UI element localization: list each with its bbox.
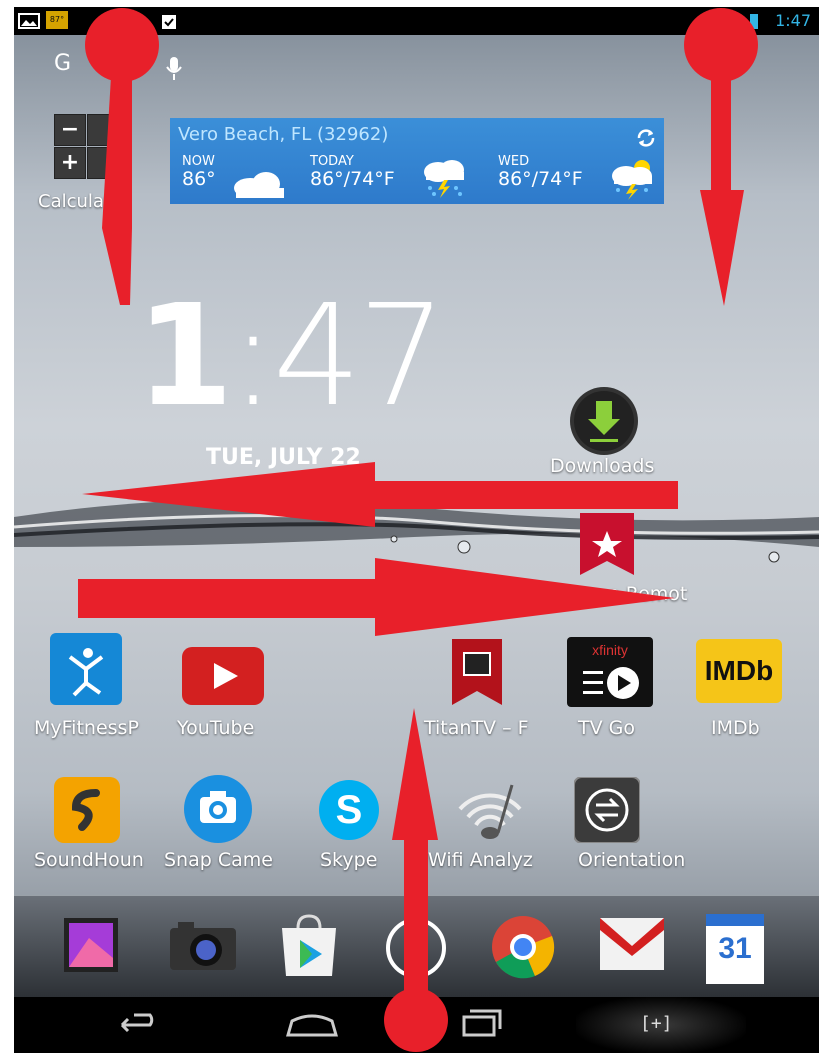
cloud-icon [234,172,284,198]
google-search-label[interactable]: G [54,51,71,76]
youtube-label: YouTube [177,717,255,739]
calc-plus-key: + [54,147,86,179]
ribbon-star-icon [580,513,634,575]
weather-wed-temp: 86°/74°F [498,168,583,190]
gallery-icon[interactable] [64,918,118,972]
chrome-icon[interactable] [490,914,556,980]
gmail-icon[interactable] [600,918,664,970]
orientation-app[interactable] [573,776,641,844]
status-time: 1:47 [775,11,811,30]
calc-key-blank [87,147,119,179]
dock: 31 [14,895,819,998]
play-store-icon[interactable] [276,914,342,976]
remote-app[interactable] [580,513,634,579]
titantv-icon [452,639,502,705]
download-icon [570,387,638,455]
water-splash-wallpaper [14,499,819,563]
orientation-icon [573,776,641,844]
picture-icon [18,13,40,29]
wifianalyzer-label: Wifi Analyz [428,849,533,871]
weather-now-temp: 86° [182,168,216,190]
tvgo-app[interactable]: xfinity [567,637,653,707]
snapcamera-app[interactable] [182,773,254,845]
calculator-app[interactable]: − + [54,114,144,180]
titantv-label: TitanTV – F [424,717,529,739]
home-icon[interactable] [284,1005,340,1045]
battery-icon [750,14,758,29]
temperature-icon: 87° [46,11,68,29]
svg-text:S: S [336,788,363,832]
soundhound-app[interactable] [54,777,120,843]
calc-minus-key: − [54,114,86,146]
snapcamera-label: Snap Came [164,849,273,871]
youtube-icon [182,647,264,705]
mic-icon[interactable] [164,55,184,83]
imdb-icon: IMDb [696,639,782,703]
titantv-app[interactable] [452,639,502,709]
imdb-app[interactable]: IMDb [696,639,782,703]
weather-today-label: TODAY [310,154,354,169]
tvgo-label: TV Go [578,717,635,739]
remote-label: e Remot [608,583,688,605]
soundhound-icon [54,777,120,843]
skype-icon: S [319,780,379,840]
weather-widget[interactable]: Vero Beach, FL (32962) NOW 86° TODAY 86°… [170,118,664,204]
navigation-bar: [+] [14,997,819,1053]
clipboard-icon [162,15,176,29]
xfinity-icon: xfinity [567,637,653,707]
wifi-icon [458,784,522,839]
home-screen: 87° 1:47 G − + Calculator Vero Beach, FL… [14,7,819,1053]
calendar-icon[interactable]: 31 [706,914,764,984]
weather-now-label: NOW [182,154,215,169]
myfitnesspal-icon [50,633,122,705]
app-drawer-icon[interactable] [384,916,448,980]
back-icon[interactable] [114,1005,162,1045]
storm-icon [424,160,464,198]
xfinity-badge: xfinity [592,642,628,658]
refresh-icon[interactable] [634,126,658,150]
skype-label: Skype [320,849,378,871]
camera-icon[interactable] [170,920,236,970]
camera-icon [184,775,252,843]
recents-icon[interactable] [458,1005,506,1045]
myfitnesspal-label: MyFitnessP [34,717,139,739]
myfitnesspal-app[interactable] [50,633,122,705]
storm-sun-icon [612,160,652,200]
clock-date: TUE, JULY 22 [206,445,361,470]
skype-app[interactable]: S [316,777,382,843]
imdb-label: IMDb [711,717,760,739]
youtube-app[interactable] [182,647,264,705]
screenshot-button[interactable]: [+] [576,997,746,1053]
orientation-label: Orientation [578,849,686,871]
calc-key-blank [87,114,119,146]
weather-location: Vero Beach, FL (32962) [178,124,389,145]
clock-hour: 1 [136,275,233,438]
clock-minutes: :47 [229,275,446,438]
downloads-app[interactable] [566,383,642,459]
wifianalyzer-app[interactable] [450,775,530,845]
calculator-label: Calculator [38,191,130,212]
screenshot-icon: [+] [640,1013,673,1034]
weather-wed-label: WED [498,154,530,169]
weather-today-temp: 86°/74°F [310,168,395,190]
downloads-label: Downloads [550,455,655,477]
clock-widget[interactable]: 1:47 [136,275,447,438]
status-bar: 87° 1:47 [14,7,819,35]
soundhound-label: SoundHoun [34,849,144,871]
